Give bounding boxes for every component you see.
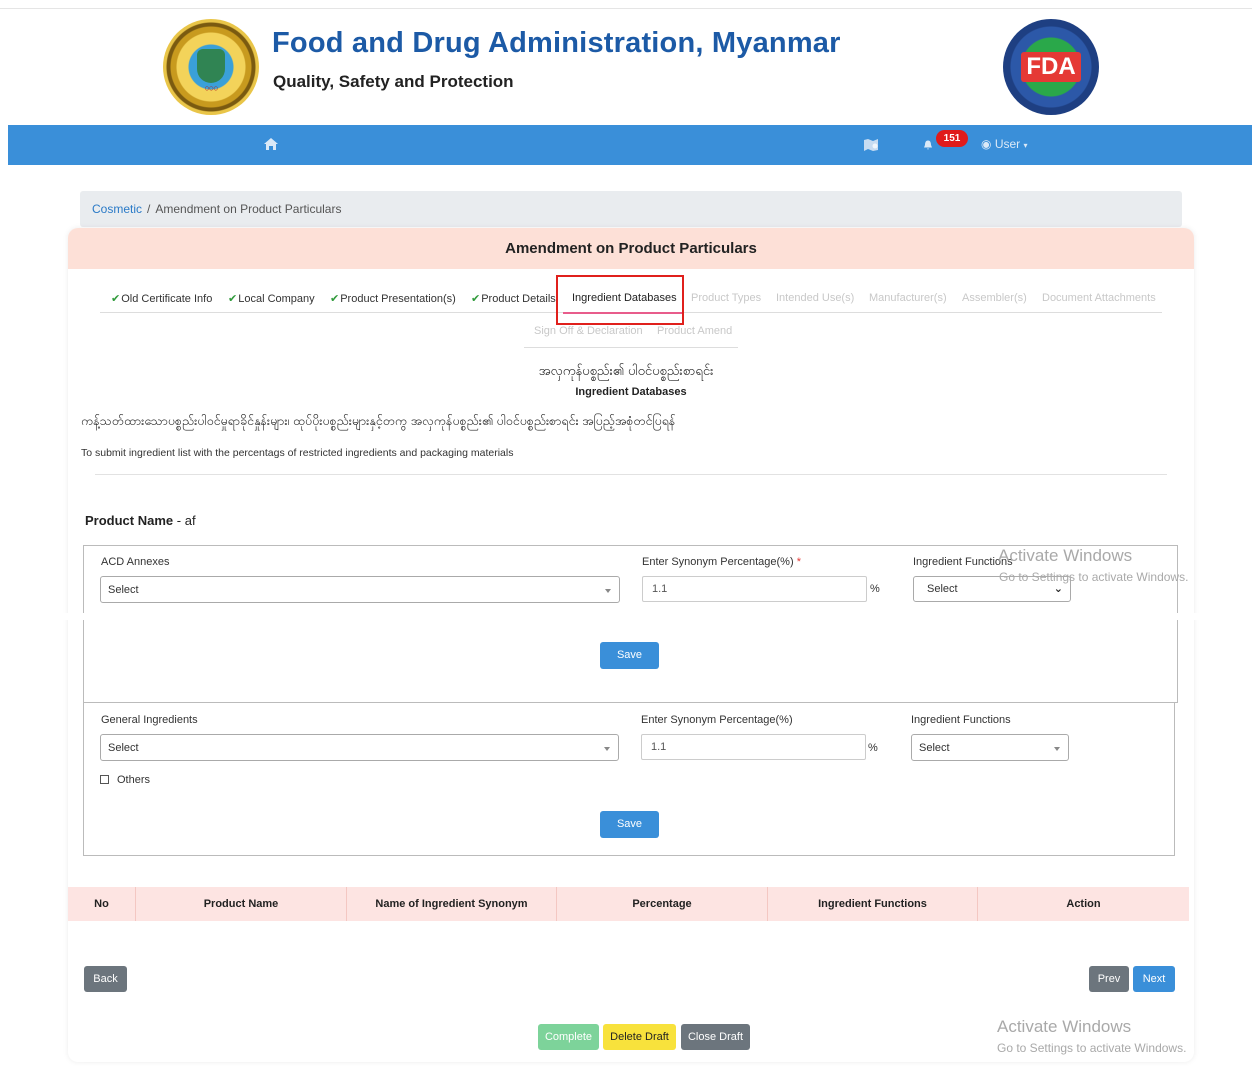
check-icon: ✔ [471,293,481,305]
map-icon[interactable] [863,138,879,152]
activate-windows-watermark-sub: Go to Settings to activate Windows. [999,570,1189,584]
site-subtitle: Quality, Safety and Protection [273,72,514,91]
check-icon: ✔ [330,293,340,305]
tab-product-presentation[interactable]: ✔Product Presentation(s) [330,292,456,305]
general-save-button[interactable]: Save [600,811,659,838]
wizard-tabs-row-2: Sign Off & Declaration Product Amend [0,325,1252,339]
caret-down-icon [604,747,610,751]
tabs-divider-2 [524,347,738,348]
top-navbar [8,125,1252,165]
general-percent-unit: % [868,742,878,754]
activate-windows-watermark-title: Activate Windows [998,546,1133,565]
fda-logo-text: FDA [1021,52,1081,82]
page-gap [0,613,1252,620]
general-ingredient-functions-value: Select [919,742,950,754]
column-header-percentage: Percentage [556,887,767,921]
tab-old-certificate-info[interactable]: ✔Old Certificate Info [111,292,212,305]
notification-badge[interactable]: 151 [936,130,968,147]
product-name-label: Product Name [85,513,174,528]
breadcrumb-current: Amendment on Product Particulars [155,202,342,216]
back-button[interactable]: Back [84,966,127,992]
general-percentage-label: Enter Synonym Percentage(%) [641,714,793,726]
general-ingredients-select[interactable]: Select [100,734,619,761]
tab-sign-off-declaration: Sign Off & Declaration [534,325,643,337]
general-ingredient-functions-select[interactable]: Select [911,734,1069,761]
bell-icon[interactable] [923,139,933,150]
check-icon: ✔ [111,293,121,305]
column-header-action: Action [977,887,1189,921]
tab-label: Product Details [481,293,556,305]
close-draft-button[interactable]: Close Draft [681,1024,750,1050]
tab-label: Product Presentation(s) [340,293,456,305]
general-ingredient-functions-label: Ingredient Functions [911,714,1011,726]
instruction-english: To submit ingredient list with the perce… [81,447,514,459]
caret-down-icon [1054,747,1060,751]
next-button[interactable]: Next [1133,966,1175,992]
user-icon: ◉ [981,137,992,151]
acd-save-button[interactable]: Save [600,642,659,669]
ministry-logo-emblem [197,49,225,83]
column-header-product-name: Product Name [135,887,346,921]
acd-annexes-select[interactable]: Select [100,576,620,603]
tab-product-amend: Product Amend [657,325,733,337]
user-label: User [994,137,1021,151]
complete-button[interactable]: Complete [538,1024,599,1050]
caret-down-icon: ▾ [1023,141,1028,150]
section-title-english: Ingredient Databases [575,386,687,398]
tab-document-attachments: Document Attachments [1042,292,1156,304]
column-header-ingredient-synonym: Name of Ingredient Synonym [346,887,556,921]
check-icon: ✔ [228,293,238,305]
active-tab-highlight-box [556,275,684,325]
ingredient-table-header: No Product Name Name of Ingredient Synon… [68,887,1189,921]
general-ingredients-label: General Ingredients [101,714,198,726]
tab-assemblers: Assembler(s) [962,292,1027,304]
breadcrumb-separator: / [147,202,151,216]
ministry-logo-rings: ○○○ [204,83,218,93]
column-header-no: No [94,898,109,910]
delete-draft-button[interactable]: Delete Draft [603,1024,676,1050]
tab-manufacturers: Manufacturer(s) [869,292,947,304]
tab-product-types: Product Types [691,292,762,304]
site-title: Food and Drug Administration, Myanmar [272,27,841,59]
tab-product-details[interactable]: ✔Product Details [471,292,556,305]
ministry-logo: ○○○ [163,19,259,115]
section-title-myanmar: အလှကုန်ပစ္စည်း၏ ပါဝင်ပစ္စည်းစာရင်း [538,363,714,378]
instruction-myanmar: ကန့်သတ်ထားသောပစ္စည်းပါဝင်မှုရာခိုင်နှုန်… [81,414,676,428]
activate-windows-watermark-sub-2: Go to Settings to activate Windows. [997,1041,1187,1055]
acd-percent-unit: % [870,583,880,595]
caret-down-icon [605,589,611,593]
required-mark: * [796,556,801,568]
acd-percentage-input[interactable]: 1.1 [642,576,867,602]
tab-intended-uses: Intended Use(s) [776,292,855,304]
others-checkbox[interactable] [100,775,109,784]
card-title: Amendment on Product Particulars [68,228,1194,269]
column-header-ingredient-functions: Ingredient Functions [767,887,977,921]
activate-windows-watermark-title-2: Activate Windows [997,1017,1132,1036]
prev-button[interactable]: Prev [1089,966,1129,992]
general-ingredients-value: Select [108,742,139,754]
home-icon[interactable] [263,137,279,155]
acd-annexes-value: Select [108,584,139,596]
acd-percentage-label: Enter Synonym Percentage(%) * [642,556,801,568]
general-percentage-input[interactable]: 1.1 [641,734,866,760]
acd-annex-form [83,545,1178,703]
fda-logo: FDA [1003,19,1099,115]
product-name: Product Name - af [85,513,196,528]
top-border [0,8,1252,9]
tab-local-company[interactable]: ✔Local Company [228,292,315,305]
others-label: Others [117,774,151,786]
tab-label: Local Company [238,293,315,305]
section-divider [95,474,1167,475]
acd-ingredient-functions-value: Select [927,583,958,595]
tab-label: Old Certificate Info [121,293,213,305]
breadcrumb-link-cosmetic[interactable]: Cosmetic [92,202,142,216]
acd-annexes-label: ACD Annexes [101,556,170,568]
user-menu[interactable]: ◉ User ▾ [981,137,1028,151]
breadcrumb: Cosmetic / Amendment on Product Particular… [80,191,1182,227]
acd-percentage-label-text: Enter Synonym Percentage(%) [642,556,794,568]
product-name-value: af [184,513,196,528]
product-name-dash: - [176,513,182,528]
